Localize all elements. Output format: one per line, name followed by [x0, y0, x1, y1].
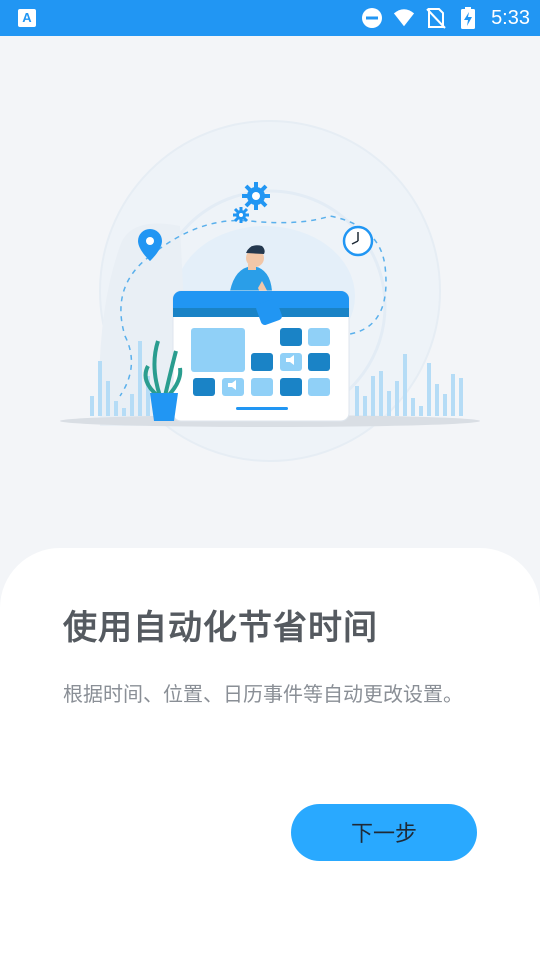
clock-icon: [342, 225, 374, 257]
wifi-icon: [393, 7, 415, 29]
status-icons: 5:33: [361, 0, 530, 36]
app-notification-icon: A: [18, 9, 36, 27]
battery-charging-icon: [457, 7, 479, 29]
page-title: 使用自动化节省时间: [63, 608, 378, 648]
status-bar: A 5:33: [0, 0, 540, 36]
next-button[interactable]: 下一步: [291, 804, 477, 861]
tablet-device: [172, 290, 350, 422]
no-sim-icon: [425, 7, 447, 29]
description-text: 根据时间、位置、日历事件等自动更改设置。: [63, 682, 463, 706]
dnd-icon: [361, 7, 383, 29]
gear-small-icon: [233, 207, 249, 223]
clock-time: 5:33: [491, 6, 530, 29]
automation-illustration: [0, 36, 540, 536]
onboarding-card: 使用自动化节省时间 根据时间、位置、日历事件等自动更改设置。 下一步: [0, 548, 540, 960]
gear-icon: [242, 182, 270, 210]
